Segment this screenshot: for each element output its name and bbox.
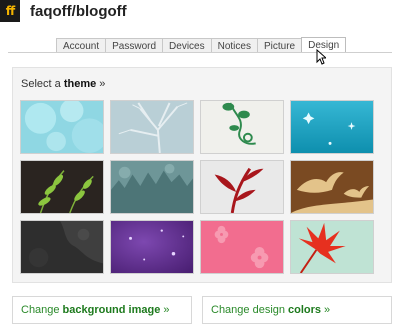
- theme-grid: [20, 100, 374, 274]
- theme-brown-birds[interactable]: [290, 160, 374, 214]
- theme-pink-flowers[interactable]: [200, 220, 284, 274]
- header-divider: [8, 52, 392, 53]
- theme-red-plant[interactable]: [200, 160, 284, 214]
- theme-grey-blue-tree[interactable]: [110, 100, 194, 154]
- colors-link-prefix: Change design: [211, 304, 286, 316]
- theme-teal-sparkle[interactable]: [290, 100, 374, 154]
- colors-link-keyword: colors: [288, 304, 322, 316]
- tab-notices[interactable]: Notices: [210, 38, 258, 53]
- heading-prefix: Select a: [21, 78, 61, 90]
- change-design-colors-link[interactable]: Change design colors »: [202, 296, 392, 324]
- theme-teal-forest[interactable]: [110, 160, 194, 214]
- theme-dark-grey[interactable]: [20, 220, 104, 274]
- theme-green-vine[interactable]: [200, 100, 284, 154]
- bg-link-prefix: Change: [21, 304, 60, 316]
- colors-link-suffix: »: [324, 304, 331, 316]
- theme-panel-heading: Select a theme »: [21, 78, 105, 90]
- heading-keyword: theme: [63, 78, 97, 90]
- settings-tabs: Account Password Devices Notices Picture…: [56, 37, 347, 53]
- heading-suffix: »: [99, 78, 106, 90]
- bg-link-keyword: background image: [62, 304, 161, 316]
- tab-account[interactable]: Account: [56, 38, 107, 53]
- tab-devices[interactable]: Devices: [162, 38, 212, 53]
- tab-picture[interactable]: Picture: [256, 38, 303, 53]
- theme-panel: Select a theme »: [12, 67, 392, 283]
- theme-green-leaves-dark[interactable]: [20, 160, 104, 214]
- logo-text: ff: [5, 4, 16, 18]
- bg-link-suffix: »: [163, 304, 170, 316]
- app-logo[interactable]: ff: [0, 0, 20, 22]
- mouse-cursor-icon: [316, 49, 326, 65]
- theme-purple-sparkle[interactable]: [110, 220, 194, 274]
- theme-red-leaf-mint[interactable]: [290, 220, 374, 274]
- change-background-image-link[interactable]: Change background image »: [12, 296, 192, 324]
- page-title[interactable]: faqoff/blogoff: [30, 3, 127, 20]
- tab-password[interactable]: Password: [105, 38, 164, 53]
- theme-light-blue-bokeh[interactable]: [20, 100, 104, 154]
